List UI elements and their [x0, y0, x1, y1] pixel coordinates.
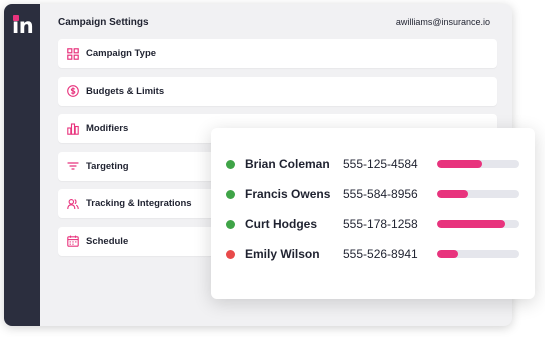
progress-fill — [437, 190, 469, 198]
contact-row[interactable]: Emily Wilson 555-526-8941 — [211, 244, 535, 264]
sidebar: in — [4, 4, 40, 326]
progress-bar — [437, 190, 519, 198]
progress-fill — [437, 220, 506, 228]
contact-phone: 555-125-4584 — [343, 157, 418, 171]
menu-item-label: Tracking & Integrations — [86, 198, 192, 210]
calendar-icon — [67, 235, 79, 248]
menu-item-label: Campaign Type — [86, 48, 157, 59]
contact-name: Brian Coleman — [245, 157, 330, 171]
dollar-icon — [67, 85, 79, 97]
status-dot — [226, 189, 235, 199]
contact-row[interactable]: Francis Owens 555-584-8956 — [211, 184, 535, 204]
contact-name: Francis Owens — [245, 187, 331, 201]
progress-bar — [437, 250, 519, 258]
user-email[interactable]: awilliams@insurance.io — [396, 17, 490, 27]
status-dot — [226, 219, 235, 229]
logo[interactable]: in — [12, 15, 34, 37]
progress-fill — [437, 250, 458, 258]
filter-icon — [67, 160, 79, 172]
users-icon — [67, 198, 79, 210]
contact-phone: 555-178-1258 — [343, 217, 418, 231]
menu-item-campaign-type[interactable]: Campaign Type — [58, 39, 497, 68]
contact-phone: 555-584-8956 — [343, 187, 418, 201]
status-dot — [226, 249, 235, 259]
contact-row[interactable]: Brian Coleman 555-125-4584 — [211, 154, 535, 174]
progress-fill — [437, 160, 483, 168]
progress-bar — [437, 160, 519, 168]
progress-bar — [437, 220, 519, 228]
menu-item-budgets-limits[interactable]: Budgets & Limits — [58, 76, 497, 106]
grid-icon — [67, 47, 79, 60]
menu-item-label: Schedule — [86, 235, 129, 247]
status-dot — [226, 159, 235, 169]
menu-item-label: Modifiers — [86, 123, 129, 135]
contacts-popup: Brian Coleman 555-125-4584 Francis Owens… — [211, 128, 535, 299]
menu-item-label: Targeting — [86, 160, 129, 172]
contact-phone: 555-526-8941 — [343, 247, 418, 261]
contact-name: Curt Hodges — [245, 217, 317, 231]
contact-name: Emily Wilson — [245, 247, 320, 261]
bar-chart-icon — [67, 123, 79, 135]
page-title: Campaign Settings — [58, 17, 149, 28]
contact-row[interactable]: Curt Hodges 555-178-1258 — [211, 214, 535, 234]
menu-item-label: Budgets & Limits — [86, 85, 165, 97]
